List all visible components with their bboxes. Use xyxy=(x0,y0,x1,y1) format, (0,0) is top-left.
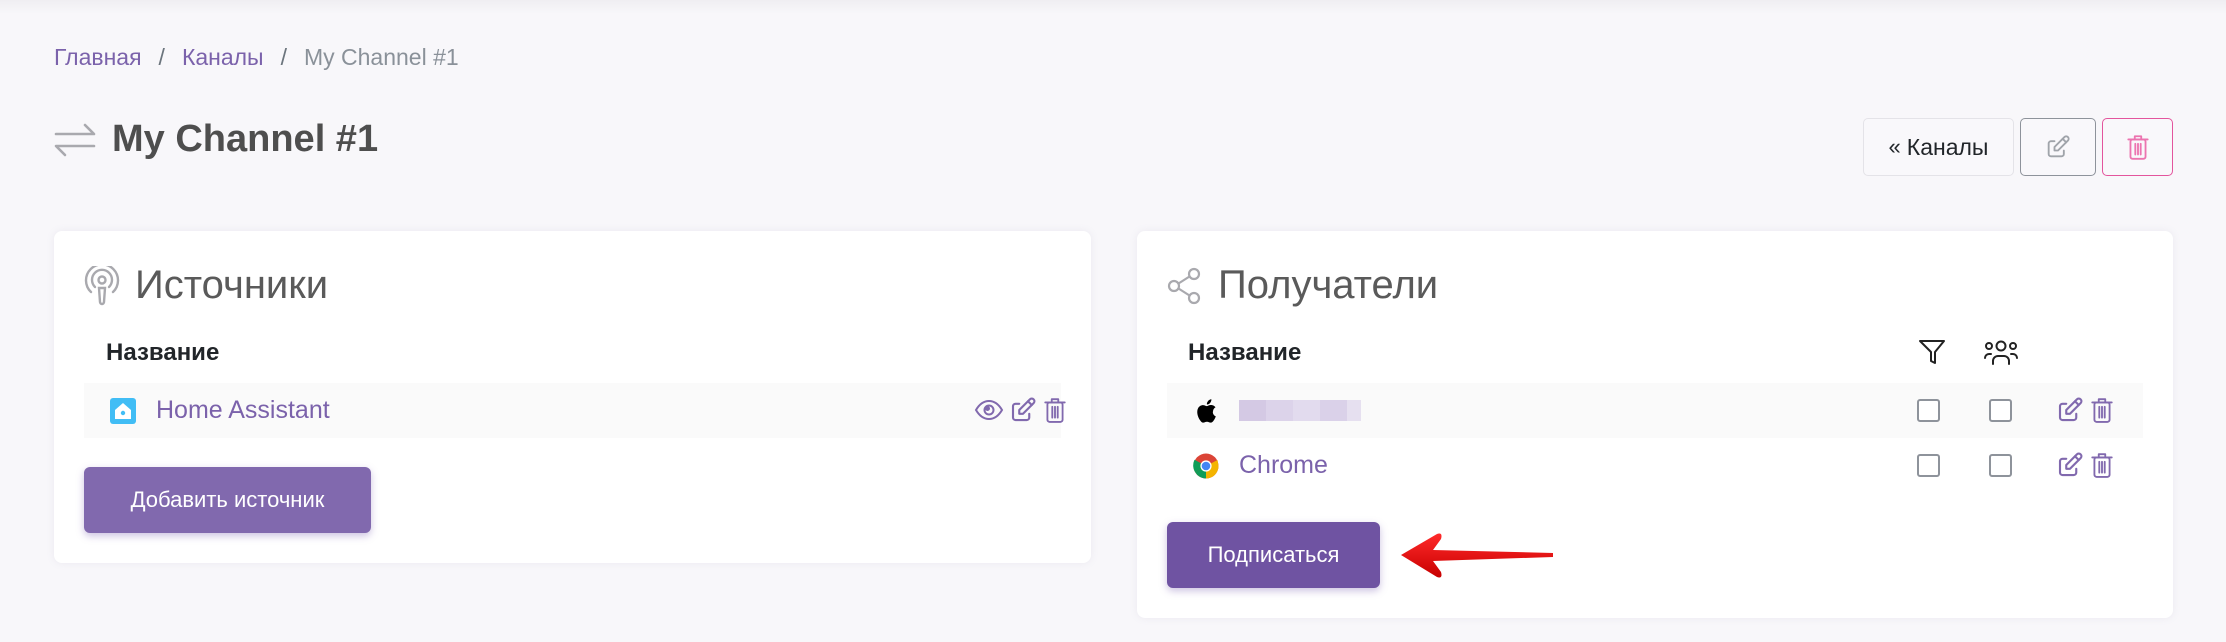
filter-checkbox[interactable] xyxy=(1917,399,1940,422)
recipient-row xyxy=(1167,383,2143,438)
filter-icon xyxy=(1919,340,1945,364)
sources-heading: Источники xyxy=(135,263,329,307)
recipient-name-link[interactable]: Chrome xyxy=(1239,451,1328,480)
eye-icon[interactable] xyxy=(974,395,1004,425)
chrome-icon xyxy=(1193,453,1219,479)
recipients-card: Получатели Название Chrome Подписаться xyxy=(1137,231,2173,618)
breadcrumb-separator: / xyxy=(158,44,165,70)
recipient-row: Chrome xyxy=(1167,438,2143,493)
arrows-exchange-icon xyxy=(54,123,96,156)
trash-icon[interactable] xyxy=(1042,395,1068,425)
filter-checkbox[interactable] xyxy=(1917,454,1940,477)
breadcrumb: Главная / Каналы / My Channel #1 xyxy=(54,44,459,71)
trash-icon[interactable] xyxy=(2089,395,2115,425)
group-checkbox[interactable] xyxy=(1989,454,2012,477)
header-actions: « Каналы xyxy=(1863,118,2173,176)
users-group-icon xyxy=(1984,340,2018,365)
subscribe-button[interactable]: Подписаться xyxy=(1167,522,1380,588)
share-icon xyxy=(1167,267,1201,304)
breadcrumb-current: My Channel #1 xyxy=(303,44,459,70)
back-button-label: Каналы xyxy=(1906,133,1989,160)
sources-card: Источники Название Home Assistant Добави… xyxy=(54,231,1091,563)
edit-icon[interactable] xyxy=(1008,395,1038,425)
recipients-title: Получатели xyxy=(1167,263,1438,308)
redacted-recipient-name xyxy=(1239,400,1361,421)
breadcrumb-separator: / xyxy=(280,44,287,70)
breadcrumb-channels[interactable]: Каналы xyxy=(182,44,264,71)
back-to-channels-button[interactable]: « Каналы xyxy=(1863,118,2014,176)
breadcrumb-home[interactable]: Главная xyxy=(54,44,142,71)
top-shadow xyxy=(0,0,2226,14)
recipients-column-name: Название xyxy=(1188,339,1302,366)
apple-icon xyxy=(1193,398,1219,424)
edit-icon[interactable] xyxy=(2055,450,2085,480)
source-name-link[interactable]: Home Assistant xyxy=(156,396,330,425)
recipients-heading: Получатели xyxy=(1218,263,1439,307)
sources-column-name: Название xyxy=(106,339,220,366)
chevrons-left-icon: « xyxy=(1888,134,1901,159)
page-title: My Channel #1 xyxy=(112,118,379,160)
annotation-arrow-icon xyxy=(1401,533,1553,578)
home-assistant-icon xyxy=(110,397,136,424)
recipient-row-actions xyxy=(2055,450,2115,480)
trash-icon[interactable] xyxy=(2089,450,2115,480)
sources-title: Источники xyxy=(84,263,328,308)
source-row-actions xyxy=(974,395,1068,425)
podcast-icon xyxy=(84,265,120,305)
group-checkbox[interactable] xyxy=(1989,399,2012,422)
edit-icon xyxy=(2047,135,2070,158)
add-source-button[interactable]: Добавить источник xyxy=(84,467,371,533)
recipient-row-actions xyxy=(2055,395,2115,425)
trash-icon xyxy=(2126,135,2149,160)
delete-channel-button[interactable] xyxy=(2102,118,2173,176)
page-header: My Channel #1 xyxy=(54,118,378,161)
source-row: Home Assistant xyxy=(84,383,1066,438)
edit-channel-button[interactable] xyxy=(2020,118,2096,176)
edit-icon[interactable] xyxy=(2055,395,2085,425)
